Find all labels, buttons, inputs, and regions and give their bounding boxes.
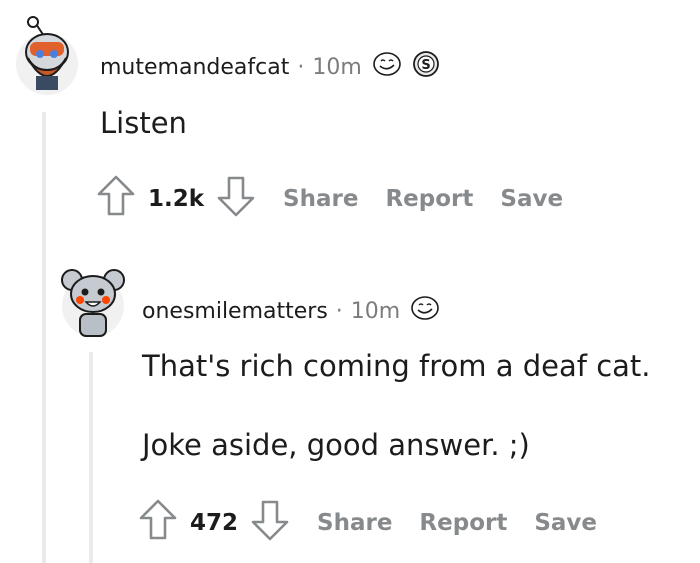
upvote-arrow-icon[interactable] <box>96 174 136 224</box>
comment-body-line: That's rich coming from a deaf cat. <box>142 349 651 383</box>
avatar[interactable] <box>14 14 80 100</box>
downvote-arrow-icon[interactable] <box>216 174 256 224</box>
downvote-arrow-icon[interactable] <box>250 498 290 548</box>
upvote-arrow-icon[interactable] <box>138 498 178 548</box>
silver-coin-award-icon[interactable]: S <box>412 50 440 84</box>
username[interactable]: mutemandeafcat <box>100 55 289 80</box>
comment-body: Listen <box>100 106 187 140</box>
smiley-award-icon[interactable] <box>410 295 440 327</box>
save-button[interactable]: Save <box>500 186 563 212</box>
avatar[interactable] <box>58 258 128 344</box>
smiley-award-icon[interactable] <box>372 51 402 83</box>
comment-actions: 472 Share Report Save <box>138 498 597 548</box>
separator-dot: · <box>297 54 305 80</box>
vote-count: 472 <box>190 510 239 536</box>
thread-line-top-level[interactable] <box>42 112 46 563</box>
comment-actions: 1.2k Share Report Save <box>96 174 563 224</box>
comment-meta: onesmilematters · 10m <box>142 295 440 327</box>
report-button[interactable]: Report <box>385 186 473 212</box>
comment-body-line: Joke aside, good answer. ;) <box>142 428 530 462</box>
avatar-snoo-bearded <box>16 16 78 95</box>
share-button[interactable]: Share <box>283 186 358 212</box>
timestamp[interactable]: 10m <box>312 55 361 80</box>
svg-text:S: S <box>421 58 430 73</box>
thread-line-reply[interactable] <box>89 352 93 563</box>
comment-meta: mutemandeafcat · 10m S <box>100 50 440 84</box>
save-button[interactable]: Save <box>534 510 597 536</box>
separator-dot: · <box>335 298 343 324</box>
vote-count: 1.2k <box>148 186 205 212</box>
timestamp[interactable]: 10m <box>351 299 400 324</box>
avatar-snoo-koala <box>61 269 125 337</box>
report-button[interactable]: Report <box>419 510 507 536</box>
share-button[interactable]: Share <box>317 510 392 536</box>
username[interactable]: onesmilematters <box>142 299 328 324</box>
